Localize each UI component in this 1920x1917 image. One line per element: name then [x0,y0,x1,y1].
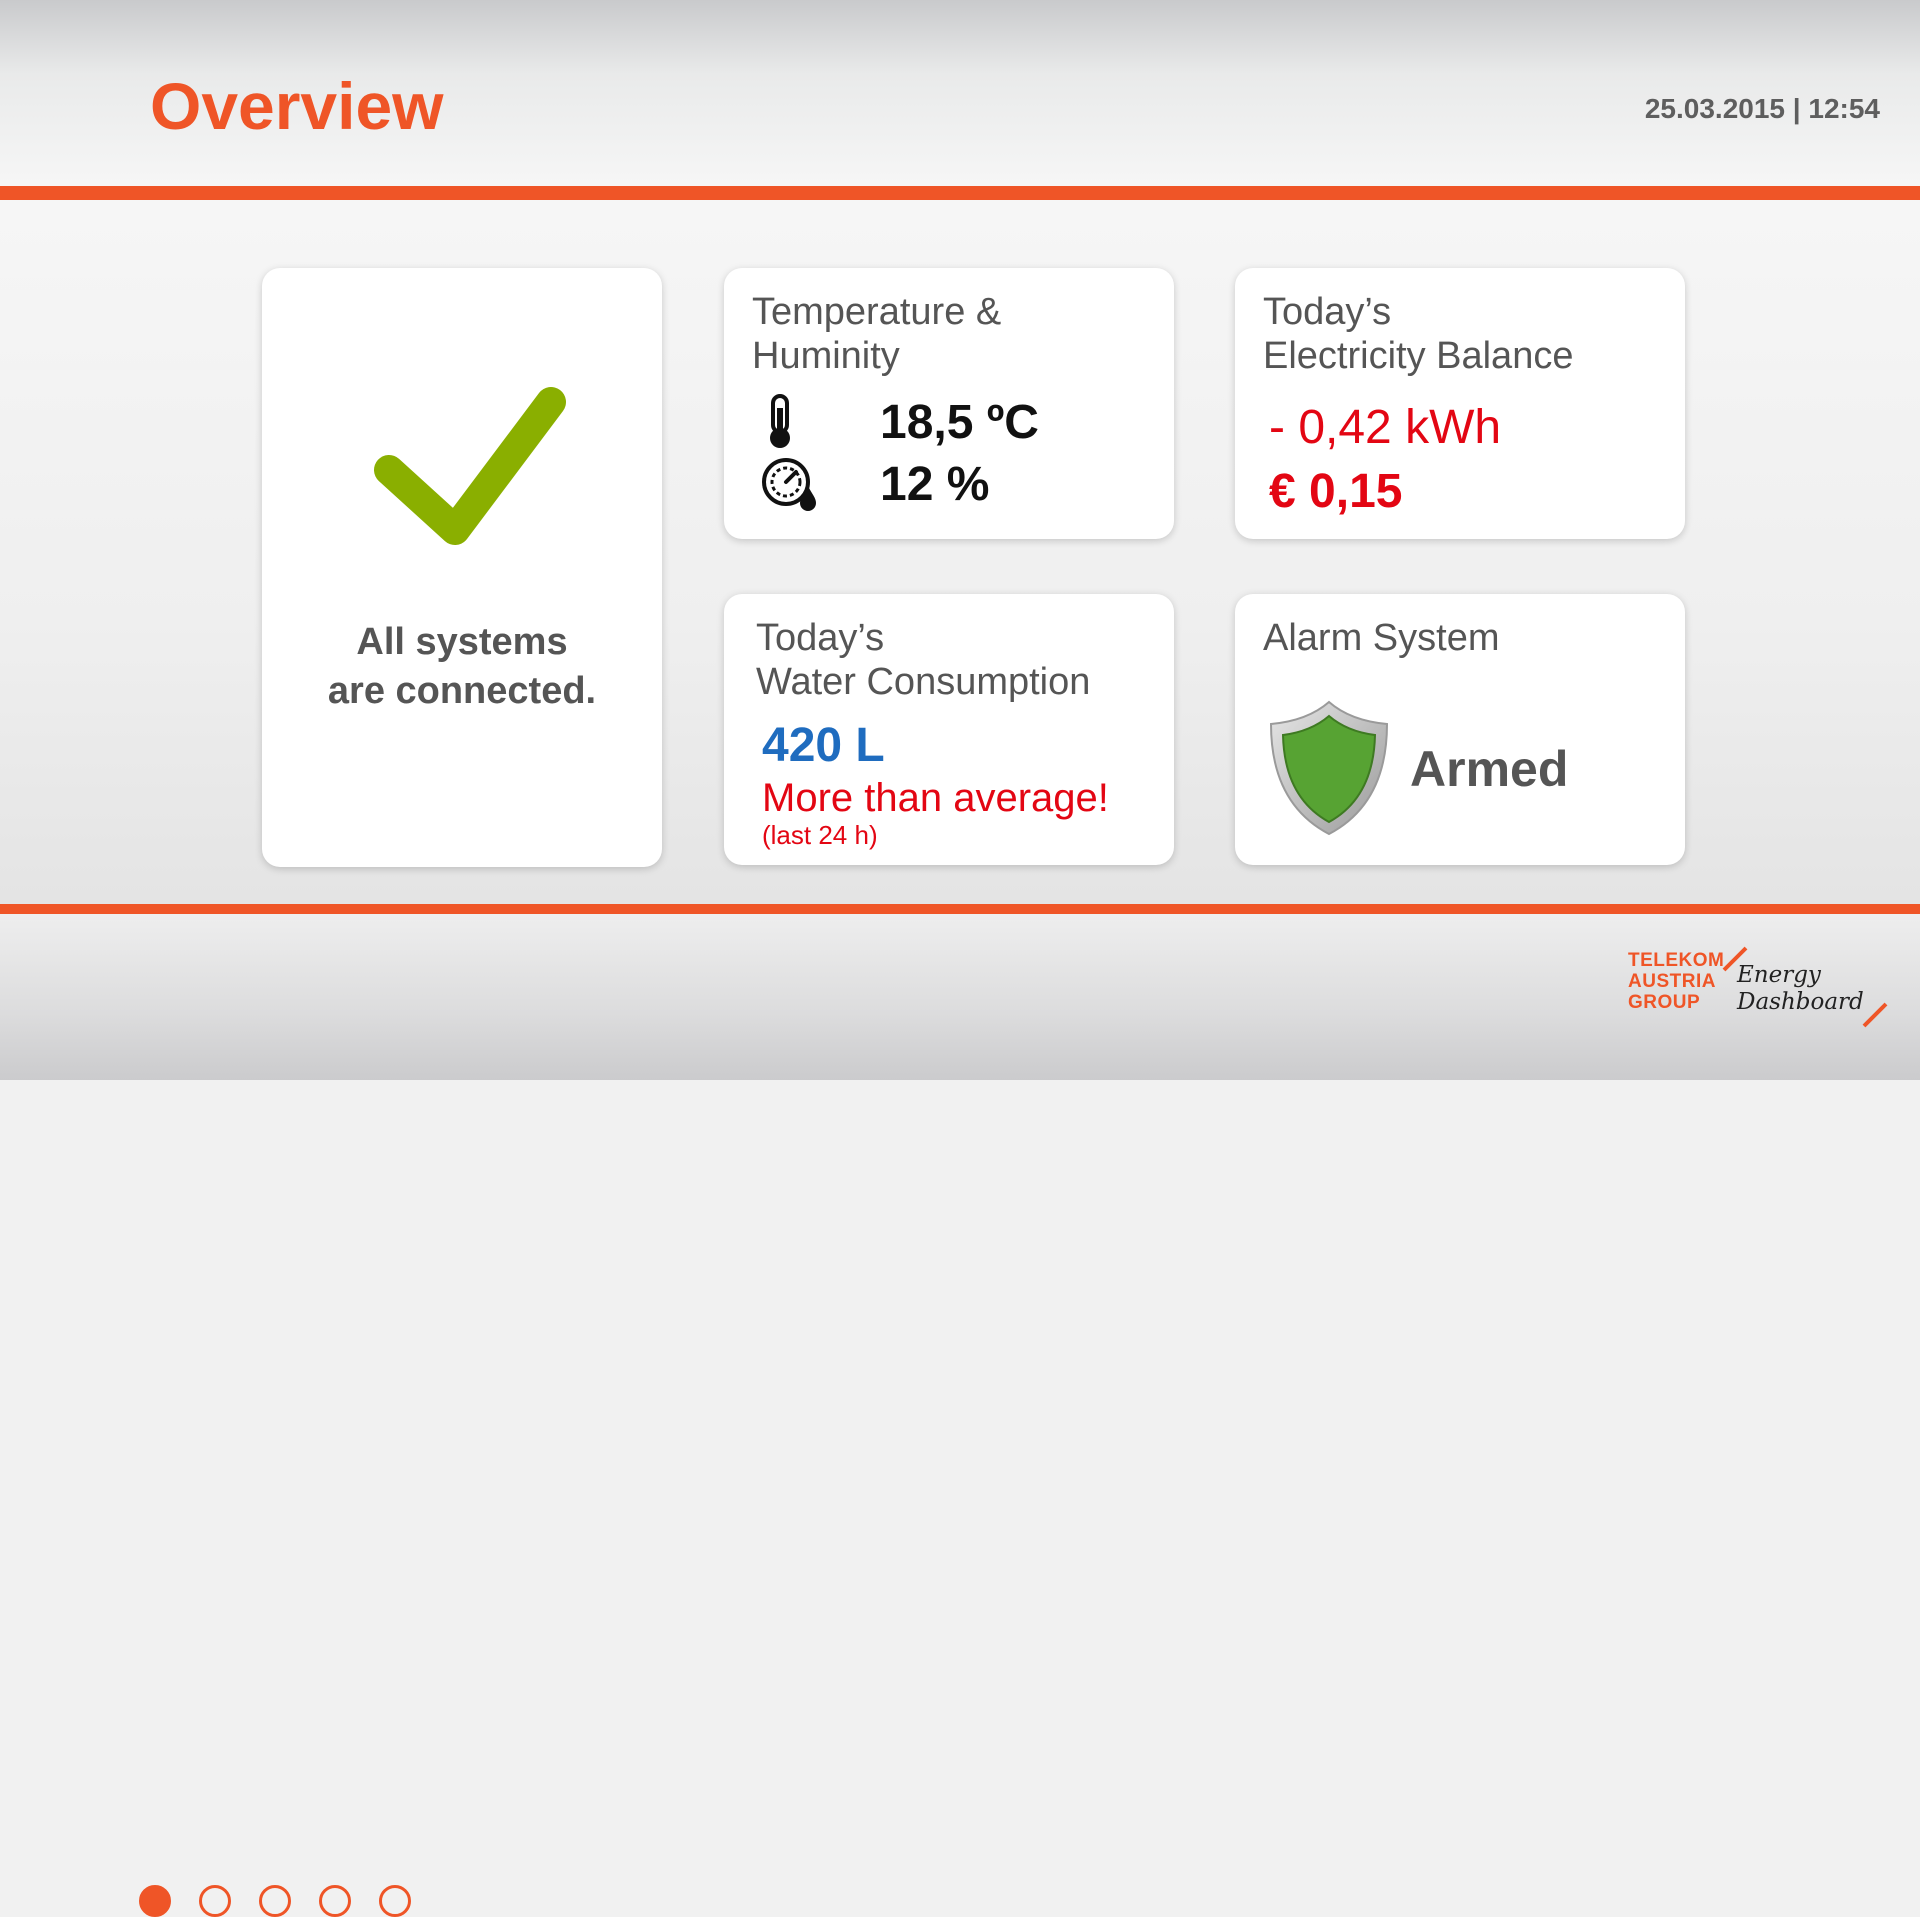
temperature-humidity-card[interactable]: Temperature & Huminity 18,5 ºC 12 % [724,268,1174,539]
water-title-line-2: Water Consumption [756,661,1091,703]
electricity-balance-value: - 0,42 kWh [1269,401,1502,454]
product-name: Energy Dashboard [1737,962,1864,1016]
water-period: (last 24 h) [762,820,878,850]
connection-status-card[interactable]: All systems are connected. [262,268,662,867]
water-title-line-1: Today’s [756,617,885,659]
water-consumption-card[interactable]: Today’s Water Consumption 420 L More tha… [724,594,1174,865]
humidity-value: 12 % [880,457,990,511]
logo-line-1: TELEKOM [1628,950,1725,971]
humidity-row: 12 % [760,456,989,512]
page-dot-1[interactable] [139,1885,171,1917]
logo-line-2: AUSTRIA [1628,971,1716,992]
temperature-title-line-1: Temperature & [752,291,1002,333]
page-dot-5[interactable] [379,1885,411,1917]
status-line-1: All systems [356,621,568,663]
connection-status-text: All systems are connected. [262,618,662,716]
page-title: Overview [150,69,444,143]
thermometer-icon [770,394,790,448]
header: Overview 25.03.2015 | 12:54 [0,0,1920,186]
header-divider [0,186,1920,200]
electricity-balance-card[interactable]: Today’s Electricity Balance - 0,42 kWh €… [1235,268,1685,539]
card-title: Temperature & Huminity [752,290,1001,378]
temperature-row: 18,5 ºC [760,394,1039,450]
shield-icon [1269,700,1389,836]
product-line-2: Dashboard [1737,989,1864,1015]
electricity-cost-value: € 0,15 [1269,465,1403,518]
footer-divider [0,904,1920,914]
alarm-system-card[interactable]: Alarm System Armed [1235,594,1685,865]
card-title: Today’s Water Consumption [756,616,1090,704]
page-dot-2[interactable] [199,1885,231,1917]
logo-line-3: GROUP [1628,992,1701,1013]
water-warning: More than average! [762,776,1109,820]
page-dot-4[interactable] [319,1885,351,1917]
company-logo: TELEKOM AUSTRIA GROUP [1628,950,1724,1013]
electricity-title-line-2: Electricity Balance [1263,335,1574,377]
datetime: 25.03.2015 | 12:54 [1644,93,1880,124]
alarm-state: Armed [1410,741,1569,797]
checkmark-icon [374,387,566,545]
page-dot-3[interactable] [259,1885,291,1917]
water-amount: 420 L [762,719,885,772]
humidity-gauge-icon [762,458,816,511]
product-slash-icon [1862,1002,1888,1028]
status-line-2: are connected. [327,670,597,712]
temperature-title-line-2: Huminity [752,335,900,377]
alarm-card-title: Alarm System [1263,617,1500,659]
page-indicator [139,1885,411,1917]
card-title: Today’s Electricity Balance [1263,290,1573,378]
temperature-value: 18,5 ºC [880,395,1039,449]
product-line-1: Energy [1737,962,1821,988]
electricity-title-line-1: Today’s [1263,291,1392,333]
